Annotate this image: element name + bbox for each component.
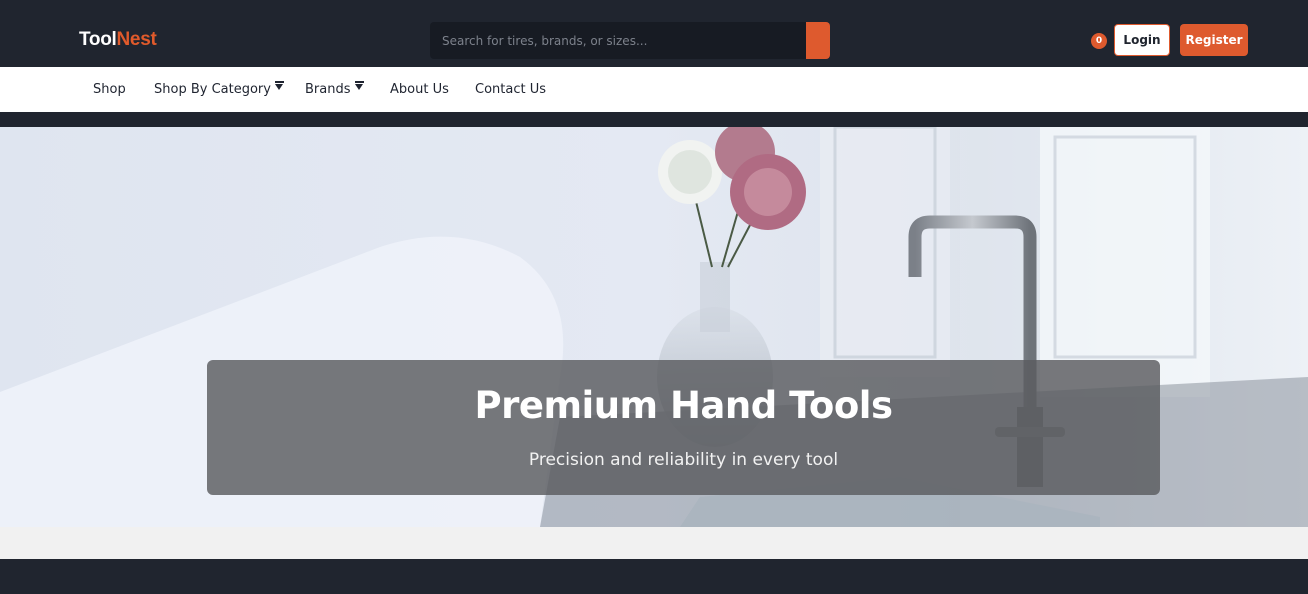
nav-item-label: About Us — [390, 82, 449, 97]
nav-item-shop-by-category[interactable]: Shop By Category — [154, 81, 284, 97]
nav-item-brands[interactable]: Brands — [305, 81, 364, 97]
search-button[interactable] — [806, 22, 830, 59]
chevron-down-icon — [354, 81, 364, 91]
nav-item-contact-us[interactable]: Contact Us — [475, 82, 546, 97]
top-header: ToolNest 0 Login Register — [0, 0, 1308, 67]
hero-subtitle: Precision and reliability in every tool — [528, 450, 839, 470]
header-divider-strip — [0, 112, 1308, 127]
hero-title: Premium Hand Tools — [474, 384, 893, 427]
nav-item-about-us[interactable]: About Us — [390, 82, 449, 97]
search-input[interactable] — [430, 22, 806, 59]
login-button[interactable]: Login — [1114, 24, 1170, 56]
search-bar — [430, 22, 830, 59]
chevron-down-icon — [274, 81, 284, 91]
nav-item-label: Brands — [305, 82, 351, 97]
logo-text-tool: Tool — [79, 29, 117, 50]
nav-item-shop[interactable]: Shop — [93, 82, 126, 97]
nav-item-label: Shop By Category — [154, 82, 271, 97]
hero-caption-box: Premium Hand Tools Precision and reliabi… — [207, 360, 1160, 495]
register-button[interactable]: Register — [1180, 24, 1248, 56]
content-spacer — [0, 527, 1308, 559]
logo[interactable]: ToolNest — [79, 29, 157, 51]
main-nav: Shop Shop By Category Brands About Us Co… — [0, 67, 1308, 112]
hero-banner: Premium Hand Tools Precision and reliabi… — [0, 127, 1308, 527]
nav-item-label: Contact Us — [475, 82, 546, 97]
footer — [0, 559, 1308, 594]
nav-item-label: Shop — [93, 82, 126, 97]
cart-count-badge[interactable]: 0 — [1091, 33, 1107, 49]
logo-text-nest: Nest — [116, 29, 157, 50]
